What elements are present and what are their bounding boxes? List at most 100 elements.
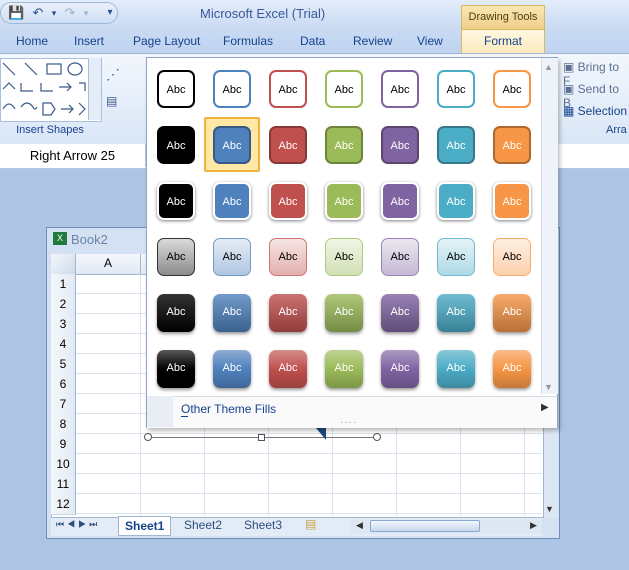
gallery-scroll-up-icon[interactable]: ▲ bbox=[544, 62, 553, 72]
shape-style-swatch[interactable]: Abc bbox=[269, 126, 307, 164]
shape-style-swatch[interactable]: Abc bbox=[213, 126, 251, 164]
row-header[interactable]: 5 bbox=[51, 354, 76, 375]
tab-insert[interactable]: Insert bbox=[74, 34, 104, 48]
sheet-tab-sheet3[interactable]: Sheet3 bbox=[244, 518, 282, 532]
shape-style-swatch[interactable]: Abc bbox=[493, 126, 531, 164]
selection-handle[interactable] bbox=[258, 434, 265, 441]
shape-style-swatch[interactable]: Abc bbox=[157, 294, 195, 332]
gallery-scrollbar[interactable] bbox=[541, 58, 558, 394]
selection-pane-icon: ▦ bbox=[563, 104, 578, 118]
row-header[interactable]: 10 bbox=[51, 454, 76, 475]
window-title: Microsoft Excel (Trial) bbox=[200, 6, 326, 21]
shape-style-swatch[interactable]: Abc bbox=[437, 182, 475, 220]
row-header[interactable]: 3 bbox=[51, 314, 76, 335]
row-header[interactable]: 8 bbox=[51, 414, 76, 435]
undo-dropdown-icon[interactable]: ▾ bbox=[46, 5, 62, 21]
row-header[interactable]: 11 bbox=[51, 474, 76, 495]
drawing-tools-context-label: Drawing Tools bbox=[461, 5, 545, 29]
shape-style-swatch[interactable]: Abc bbox=[269, 350, 307, 388]
shape-style-swatch[interactable]: Abc bbox=[157, 238, 195, 276]
shapes-scrollbar[interactable] bbox=[88, 58, 101, 120]
save-icon[interactable]: 💾 bbox=[8, 5, 24, 21]
shape-style-swatch[interactable]: Abc bbox=[381, 126, 419, 164]
scroll-left-icon[interactable]: ◀ bbox=[356, 520, 363, 531]
text-box-icon[interactable]: ▤ bbox=[106, 94, 117, 108]
shape-style-swatch[interactable]: Abc bbox=[493, 70, 531, 108]
shape-style-swatch[interactable]: Abc bbox=[325, 238, 363, 276]
row-header[interactable]: 1 bbox=[51, 274, 76, 295]
selection-handle[interactable] bbox=[373, 433, 381, 441]
tab-format[interactable]: Format bbox=[461, 29, 545, 54]
shape-style-swatch[interactable]: Abc bbox=[493, 294, 531, 332]
shape-style-swatch[interactable]: Abc bbox=[325, 126, 363, 164]
shape-style-swatch[interactable]: Abc bbox=[213, 294, 251, 332]
row-header[interactable]: 2 bbox=[51, 294, 76, 315]
other-theme-fills-menu-item[interactable]: Other Theme Fills bbox=[181, 402, 276, 416]
shape-style-swatch[interactable]: Abc bbox=[381, 238, 419, 276]
undo-icon[interactable]: ↶ bbox=[30, 5, 46, 21]
shape-style-swatch[interactable]: Abc bbox=[381, 182, 419, 220]
shape-style-swatch[interactable]: Abc bbox=[437, 70, 475, 108]
redo-dropdown-icon[interactable]: ▾ bbox=[78, 5, 94, 21]
horizontal-scroll-thumb[interactable] bbox=[370, 520, 480, 532]
shape-style-swatch[interactable]: Abc bbox=[213, 238, 251, 276]
shape-style-swatch[interactable]: Abc bbox=[325, 182, 363, 220]
shapes-gallery-panel[interactable] bbox=[0, 58, 102, 122]
customize-toolbar-icon[interactable]: ▾ bbox=[102, 5, 118, 21]
tab-view[interactable]: View bbox=[417, 34, 443, 48]
select-all-corner[interactable] bbox=[51, 254, 76, 274]
sheet-tab-sheet2[interactable]: Sheet2 bbox=[184, 518, 222, 532]
row-header[interactable]: 4 bbox=[51, 334, 76, 355]
selection-pane-button[interactable]: ▦ Selection bbox=[563, 104, 627, 118]
redo-icon[interactable]: ↷ bbox=[62, 5, 78, 21]
name-box[interactable]: Right Arrow 25 bbox=[0, 144, 146, 167]
shape-style-swatch[interactable]: Abc bbox=[381, 70, 419, 108]
arrow-shape-tip bbox=[316, 428, 326, 440]
selection-handle[interactable] bbox=[144, 433, 152, 441]
insert-sheet-icon[interactable]: ▤ bbox=[305, 517, 316, 531]
shape-style-swatch[interactable]: Abc bbox=[269, 238, 307, 276]
send-to-back-icon: ▣ bbox=[563, 82, 578, 96]
tab-home[interactable]: Home bbox=[16, 34, 48, 48]
gridline bbox=[140, 274, 141, 516]
shape-style-swatch[interactable]: Abc bbox=[493, 238, 531, 276]
shape-style-swatch[interactable]: Abc bbox=[381, 350, 419, 388]
shape-style-swatch[interactable]: Abc bbox=[157, 126, 195, 164]
gallery-scroll-down-icon[interactable]: ▼ bbox=[544, 382, 553, 392]
shape-style-swatch[interactable]: Abc bbox=[493, 182, 531, 220]
gridline bbox=[76, 453, 542, 454]
shape-style-swatch[interactable]: Abc bbox=[381, 294, 419, 332]
row-header[interactable]: 9 bbox=[51, 434, 76, 455]
scroll-down-icon[interactable]: ▼ bbox=[545, 504, 554, 514]
shape-style-swatch[interactable]: Abc bbox=[325, 350, 363, 388]
shape-style-swatch[interactable]: Abc bbox=[157, 70, 195, 108]
shape-style-swatch[interactable]: Abc bbox=[157, 350, 195, 388]
shape-style-swatch[interactable]: Abc bbox=[213, 182, 251, 220]
shape-style-swatch[interactable]: Abc bbox=[437, 238, 475, 276]
tab-page-layout[interactable]: Page Layout bbox=[133, 34, 200, 48]
column-header-a[interactable]: A bbox=[76, 256, 140, 270]
shape-style-swatch[interactable]: Abc bbox=[269, 182, 307, 220]
tab-formulas[interactable]: Formulas bbox=[223, 34, 273, 48]
shape-style-swatch[interactable]: Abc bbox=[437, 350, 475, 388]
shape-style-swatch[interactable]: Abc bbox=[325, 70, 363, 108]
row-header[interactable]: 6 bbox=[51, 374, 76, 395]
sheet-tab-sheet1[interactable]: Sheet1 bbox=[118, 516, 172, 536]
row-header[interactable]: 7 bbox=[51, 394, 76, 415]
edit-shape-icon[interactable]: ⋰ bbox=[106, 66, 120, 83]
shape-style-swatch[interactable]: Abc bbox=[269, 294, 307, 332]
shape-style-swatch[interactable]: Abc bbox=[269, 70, 307, 108]
shape-style-swatch[interactable]: Abc bbox=[493, 350, 531, 388]
tab-data[interactable]: Data bbox=[300, 34, 325, 48]
row-header[interactable]: 12 bbox=[51, 494, 76, 515]
shape-style-swatch[interactable]: Abc bbox=[325, 294, 363, 332]
shape-style-swatch[interactable]: Abc bbox=[437, 126, 475, 164]
shape-style-swatch[interactable]: Abc bbox=[213, 350, 251, 388]
shape-style-swatch[interactable]: Abc bbox=[437, 294, 475, 332]
shape-style-swatch[interactable]: Abc bbox=[213, 70, 251, 108]
shape-style-swatch[interactable]: Abc bbox=[157, 182, 195, 220]
scroll-right-icon[interactable]: ▶ bbox=[530, 520, 537, 531]
sheet-nav-icons[interactable]: ⏮◀▶⏭ bbox=[56, 519, 100, 530]
tab-review[interactable]: Review bbox=[353, 34, 392, 48]
resize-grip-icon[interactable]: ···· bbox=[340, 417, 357, 428]
